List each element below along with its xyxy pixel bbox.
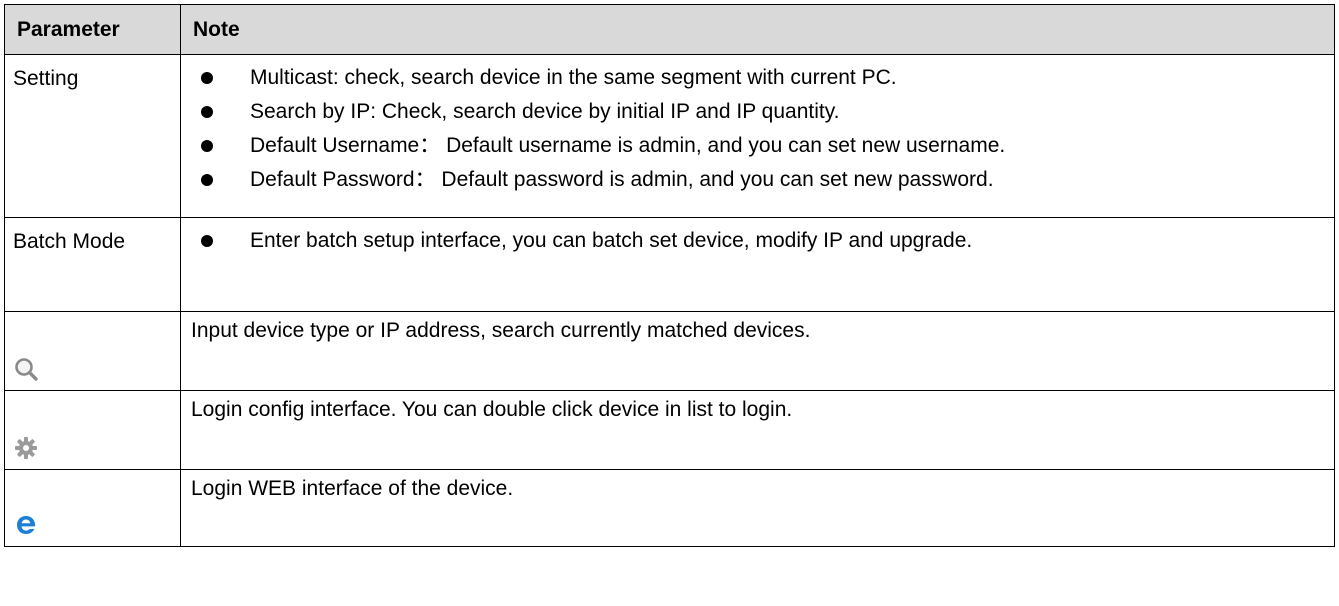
bullet-dot-icon — [201, 140, 213, 152]
batch-mode-bullet-list: Enter batch setup interface, you can bat… — [191, 224, 1324, 258]
bullet-dot-icon — [201, 174, 213, 186]
setting-bullet-list: Multicast: check, search device in the s… — [191, 61, 1324, 197]
parameter-cell-batch-mode: Batch Mode — [4, 217, 181, 312]
table-row-batch-mode: Batch Mode Enter batch setup interface, … — [4, 217, 1335, 312]
bullet-item-default-username: Default Username： Default username is ad… — [191, 129, 1324, 163]
note-cell-config: Login config interface. You can double c… — [180, 390, 1335, 470]
parameter-cell-web — [4, 469, 181, 547]
bullet-item-multicast: Multicast: check, search device in the s… — [191, 61, 1324, 95]
bullet-text-multicast: Multicast: check, search device in the s… — [250, 66, 897, 89]
bullet-item-search-by-ip: Search by IP: Check, search device by in… — [191, 95, 1324, 129]
gear-icon — [13, 435, 39, 461]
header-parameter: Parameter — [4, 4, 181, 55]
table-row-setting: Setting Multicast: check, search device … — [4, 54, 1335, 218]
parameter-cell-config — [4, 390, 181, 470]
table-header-row: Parameter Note — [4, 4, 1335, 55]
bullet-item-batch-setup: Enter batch setup interface, you can bat… — [191, 224, 1324, 258]
ie-browser-icon — [13, 512, 39, 538]
table-row-search: Input device type or IP address, search … — [4, 311, 1335, 391]
bullet-text-default-username: Default Username： Default username is ad… — [250, 134, 1006, 157]
table-row-web: Login WEB interface of the device. — [4, 469, 1335, 547]
bullet-text-search-by-ip: Search by IP: Check, search device by in… — [250, 100, 840, 123]
note-cell-web: Login WEB interface of the device. — [180, 469, 1335, 547]
bullet-text-batch-setup: Enter batch setup interface, you can bat… — [250, 229, 973, 252]
bullet-dot-icon — [201, 106, 213, 118]
table-row-config: Login config interface. You can double c… — [4, 390, 1335, 470]
bullet-item-default-password: Default Password： Default password is ad… — [191, 163, 1324, 197]
search-icon — [13, 356, 39, 382]
note-cell-batch-mode: Enter batch setup interface, you can bat… — [180, 217, 1335, 312]
note-cell-search: Input device type or IP address, search … — [180, 311, 1335, 391]
parameter-cell-setting: Setting — [4, 54, 181, 218]
bullet-dot-icon — [201, 235, 213, 247]
header-note: Note — [180, 4, 1335, 55]
bullet-dot-icon — [201, 72, 213, 84]
note-cell-setting: Multicast: check, search device in the s… — [180, 54, 1335, 218]
bullet-text-default-password: Default Password： Default password is ad… — [250, 168, 994, 191]
parameter-table: Parameter Note Setting Multicast: check,… — [4, 4, 1335, 547]
parameter-cell-search — [4, 311, 181, 391]
